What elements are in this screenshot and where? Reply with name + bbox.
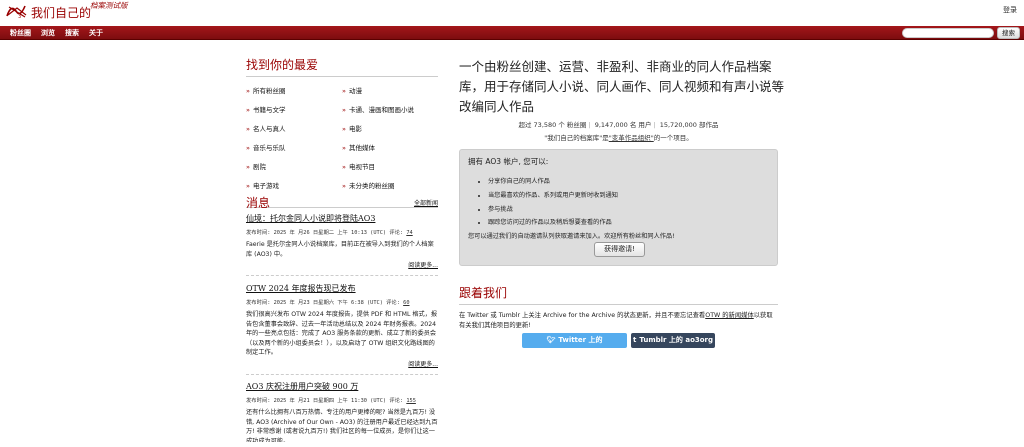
fandom-link-anime[interactable]: 动漫: [342, 85, 362, 95]
news-post-comments-link[interactable]: 60: [403, 300, 409, 306]
news-post-title[interactable]: AO3 庆祝注册用户突破 900 万: [246, 382, 358, 391]
fandom-link-movies[interactable]: 电影: [342, 123, 362, 133]
news-post-comments-label: 评论:: [389, 230, 404, 236]
fandom-link-comics[interactable]: 卡通、漫画和图画小说: [342, 104, 414, 114]
fandom-link-uncategorized[interactable]: 未分类的粉丝圈: [342, 180, 395, 190]
nav-about[interactable]: 关于: [89, 26, 103, 40]
news-post-comments-link[interactable]: 155: [406, 398, 416, 404]
project-note-text-end: 的一个项目。: [653, 134, 693, 142]
otw-link[interactable]: "变革作品组织": [609, 134, 654, 142]
ao3-logo-icon[interactable]: 3: [5, 3, 29, 19]
stat-works: 15,720,000 部作品: [659, 121, 719, 129]
news-post-meta: 发布时间: 2025 年 月21 日星期四 上午 11:30 (UTC) 评论:…: [246, 396, 438, 404]
twitter-button-label: Twitter 上的 @AO3_Status: [548, 336, 603, 359]
twitter-button[interactable]: 🐦︎ Twitter 上的 @AO3_Status: [522, 333, 627, 359]
news-section: 消息 全部新闻 仙境：托尔金同人小说即将登陆AO3 发布时间: 2025 年 月…: [246, 194, 438, 442]
fandom-link-books[interactable]: 书籍与文学: [246, 104, 286, 114]
news-post-meta: 发布时间: 2025 年 月23 日星期六 下午 6:38 (UTC) 评论: …: [246, 298, 438, 306]
benefit-item: 分享你自己的同人作品: [488, 175, 769, 189]
news-header: 消息 全部新闻: [246, 194, 438, 210]
follow-text: 在 Twitter 或 Tumblr 上关注 Archive for the A…: [459, 311, 778, 331]
site-title[interactable]: 我们自己的: [31, 4, 91, 21]
fandom-link-other-media[interactable]: 其他媒体: [342, 142, 375, 152]
tumblr-button-label: Tumblr 上的 ao3org: [639, 336, 714, 344]
news-heading: 消息: [246, 196, 271, 210]
news-post-date: 发布时间: 2025 年 月21 日星期四 上午 11:30 (UTC): [246, 398, 387, 404]
tumblr-icon: t: [632, 336, 637, 344]
fandom-link-tv[interactable]: 电视节目: [342, 161, 375, 171]
account-heading: 拥有 AO3 帐户, 您可以:: [468, 157, 549, 166]
all-news-link[interactable]: 全部新闻: [414, 198, 438, 207]
news-post-body: Faerie 是托尔金同人小说档案库，目前正在被导入到我们的个人档案库 (AO3…: [246, 241, 434, 258]
nav-browse[interactable]: 浏览: [41, 26, 55, 40]
news-post-meta: 发布时间: 2025 年 月26 日星期二 上午 10:13 (UTC) 评论:…: [246, 228, 438, 236]
news-post: OTW 2024 年度报告现已发布 发布时间: 2025 年 月23 日星期六 …: [246, 283, 438, 368]
read-more-link[interactable]: 阅读更多...: [246, 260, 438, 269]
news-post-comments-label: 评论:: [389, 398, 404, 404]
benefit-item: 跟踪您访问过的作品以及稍后想要查看的作品: [488, 216, 769, 230]
account-benefits-box: 拥有 AO3 帐户, 您可以: 分享你自己的同人作品 当您最喜欢的作品、系列或用…: [459, 149, 778, 266]
site-header: 3 我们自己的 档案测试版 登录: [0, 0, 1024, 26]
news-post-title[interactable]: 仙境：托尔金同人小说即将登陆AO3: [246, 214, 375, 223]
stat-users: 9,147,000 名 用户: [594, 121, 652, 129]
fandom-link-celebrities[interactable]: 名人与真人: [246, 123, 286, 133]
search-input[interactable]: [902, 28, 994, 38]
news-post-body: 还有什么比拥有八百万热情、专注的用户更棒的呢? 当然是九百万! 没错, AO3 …: [246, 409, 438, 442]
fandom-link-video-games[interactable]: 电子游戏: [246, 180, 279, 190]
news-post-comments-link[interactable]: 74: [406, 230, 412, 236]
news-post-comments-label: 评论:: [386, 300, 400, 306]
news-post-title[interactable]: OTW 2024 年度报告现已发布: [246, 284, 356, 293]
invite-queue-note: 您可以通过我们的自动邀请队列获取邀请来加入。欢迎所有粉丝和同人作品!: [468, 233, 675, 241]
follow-heading: 跟着我们: [459, 284, 778, 305]
benefit-item: 参与挑战: [488, 203, 769, 217]
news-post: 仙境：托尔金同人小说即将登陆AO3 发布时间: 2025 年 月26 日星期二 …: [246, 213, 438, 269]
svg-text:3: 3: [18, 14, 21, 19]
search-button[interactable]: 搜索: [997, 27, 1020, 39]
fandom-link-music[interactable]: 音乐与乐队: [246, 142, 286, 152]
fandom-link-theater[interactable]: 剧院: [246, 161, 266, 171]
site-intro: 一个由粉丝创建、运营、非盈利、非商业的同人作品档案库，用于存储同人小说、同人画作…: [459, 59, 785, 114]
primary-navigation: 粉丝圈 浏览 搜索 关于 搜索: [0, 26, 1024, 40]
tumblr-button[interactable]: t Tumblr 上的 ao3org: [631, 333, 715, 348]
news-post-body: 我们很高兴发布 OTW 2024 年度报告，提供 PDF 和 HTML 格式，报…: [246, 311, 438, 357]
follow-text-start: 在 Twitter 或 Tumblr 上关注 Archive for the A…: [459, 312, 706, 319]
read-more-link[interactable]: 阅读更多...: [246, 359, 438, 368]
stat-fandoms: 超过 73,580 个 粉丝圈: [518, 121, 587, 129]
news-post: AO3 庆祝注册用户突破 900 万 发布时间: 2025 年 月21 日星期四…: [246, 381, 438, 442]
site-stats: 超过 73,580 个 粉丝圈 | 9,147,000 名 用户 | 15,720,…: [518, 121, 719, 129]
otw-news-link[interactable]: OTW 的新闻媒体: [705, 312, 754, 319]
project-note-text: "我们自己的档案库"是: [544, 134, 609, 142]
get-invite-button[interactable]: 获得邀请!: [594, 242, 645, 257]
twitter-icon: 🐦︎: [546, 336, 556, 344]
news-divider: [246, 275, 438, 276]
news-post-date: 发布时间: 2025 年 月23 日星期六 下午 6:38 (UTC): [246, 300, 383, 306]
login-link[interactable]: 登录: [1003, 5, 1017, 15]
follow-section: 跟着我们 在 Twitter 或 Tumblr 上关注 Archive for …: [459, 284, 778, 331]
nav-fandoms[interactable]: 粉丝圈: [10, 26, 31, 40]
fandoms-heading: 找到你的最爱: [246, 56, 438, 77]
benefit-item: 当您最喜欢的作品、系列或用户更新时收到通知: [488, 189, 769, 203]
project-note: "我们自己的档案库"是"变革作品组织"的一个项目。: [459, 132, 778, 142]
beta-tag: 档案测试版: [90, 1, 128, 10]
fandoms-section: 找到你的最爱 所有粉丝圈 动漫 书籍与文学 卡通、漫画和图画小说 名人与真人 电…: [246, 56, 438, 190]
fandom-link-all[interactable]: 所有粉丝圈: [246, 85, 286, 95]
news-divider: [246, 374, 438, 375]
account-benefits-list: 分享你自己的同人作品 当您最喜欢的作品、系列或用户更新时收到通知 参与挑战 跟踪…: [468, 175, 769, 230]
news-post-date: 发布时间: 2025 年 月26 日星期二 上午 10:13 (UTC): [246, 230, 387, 236]
nav-search[interactable]: 搜索: [65, 26, 79, 40]
